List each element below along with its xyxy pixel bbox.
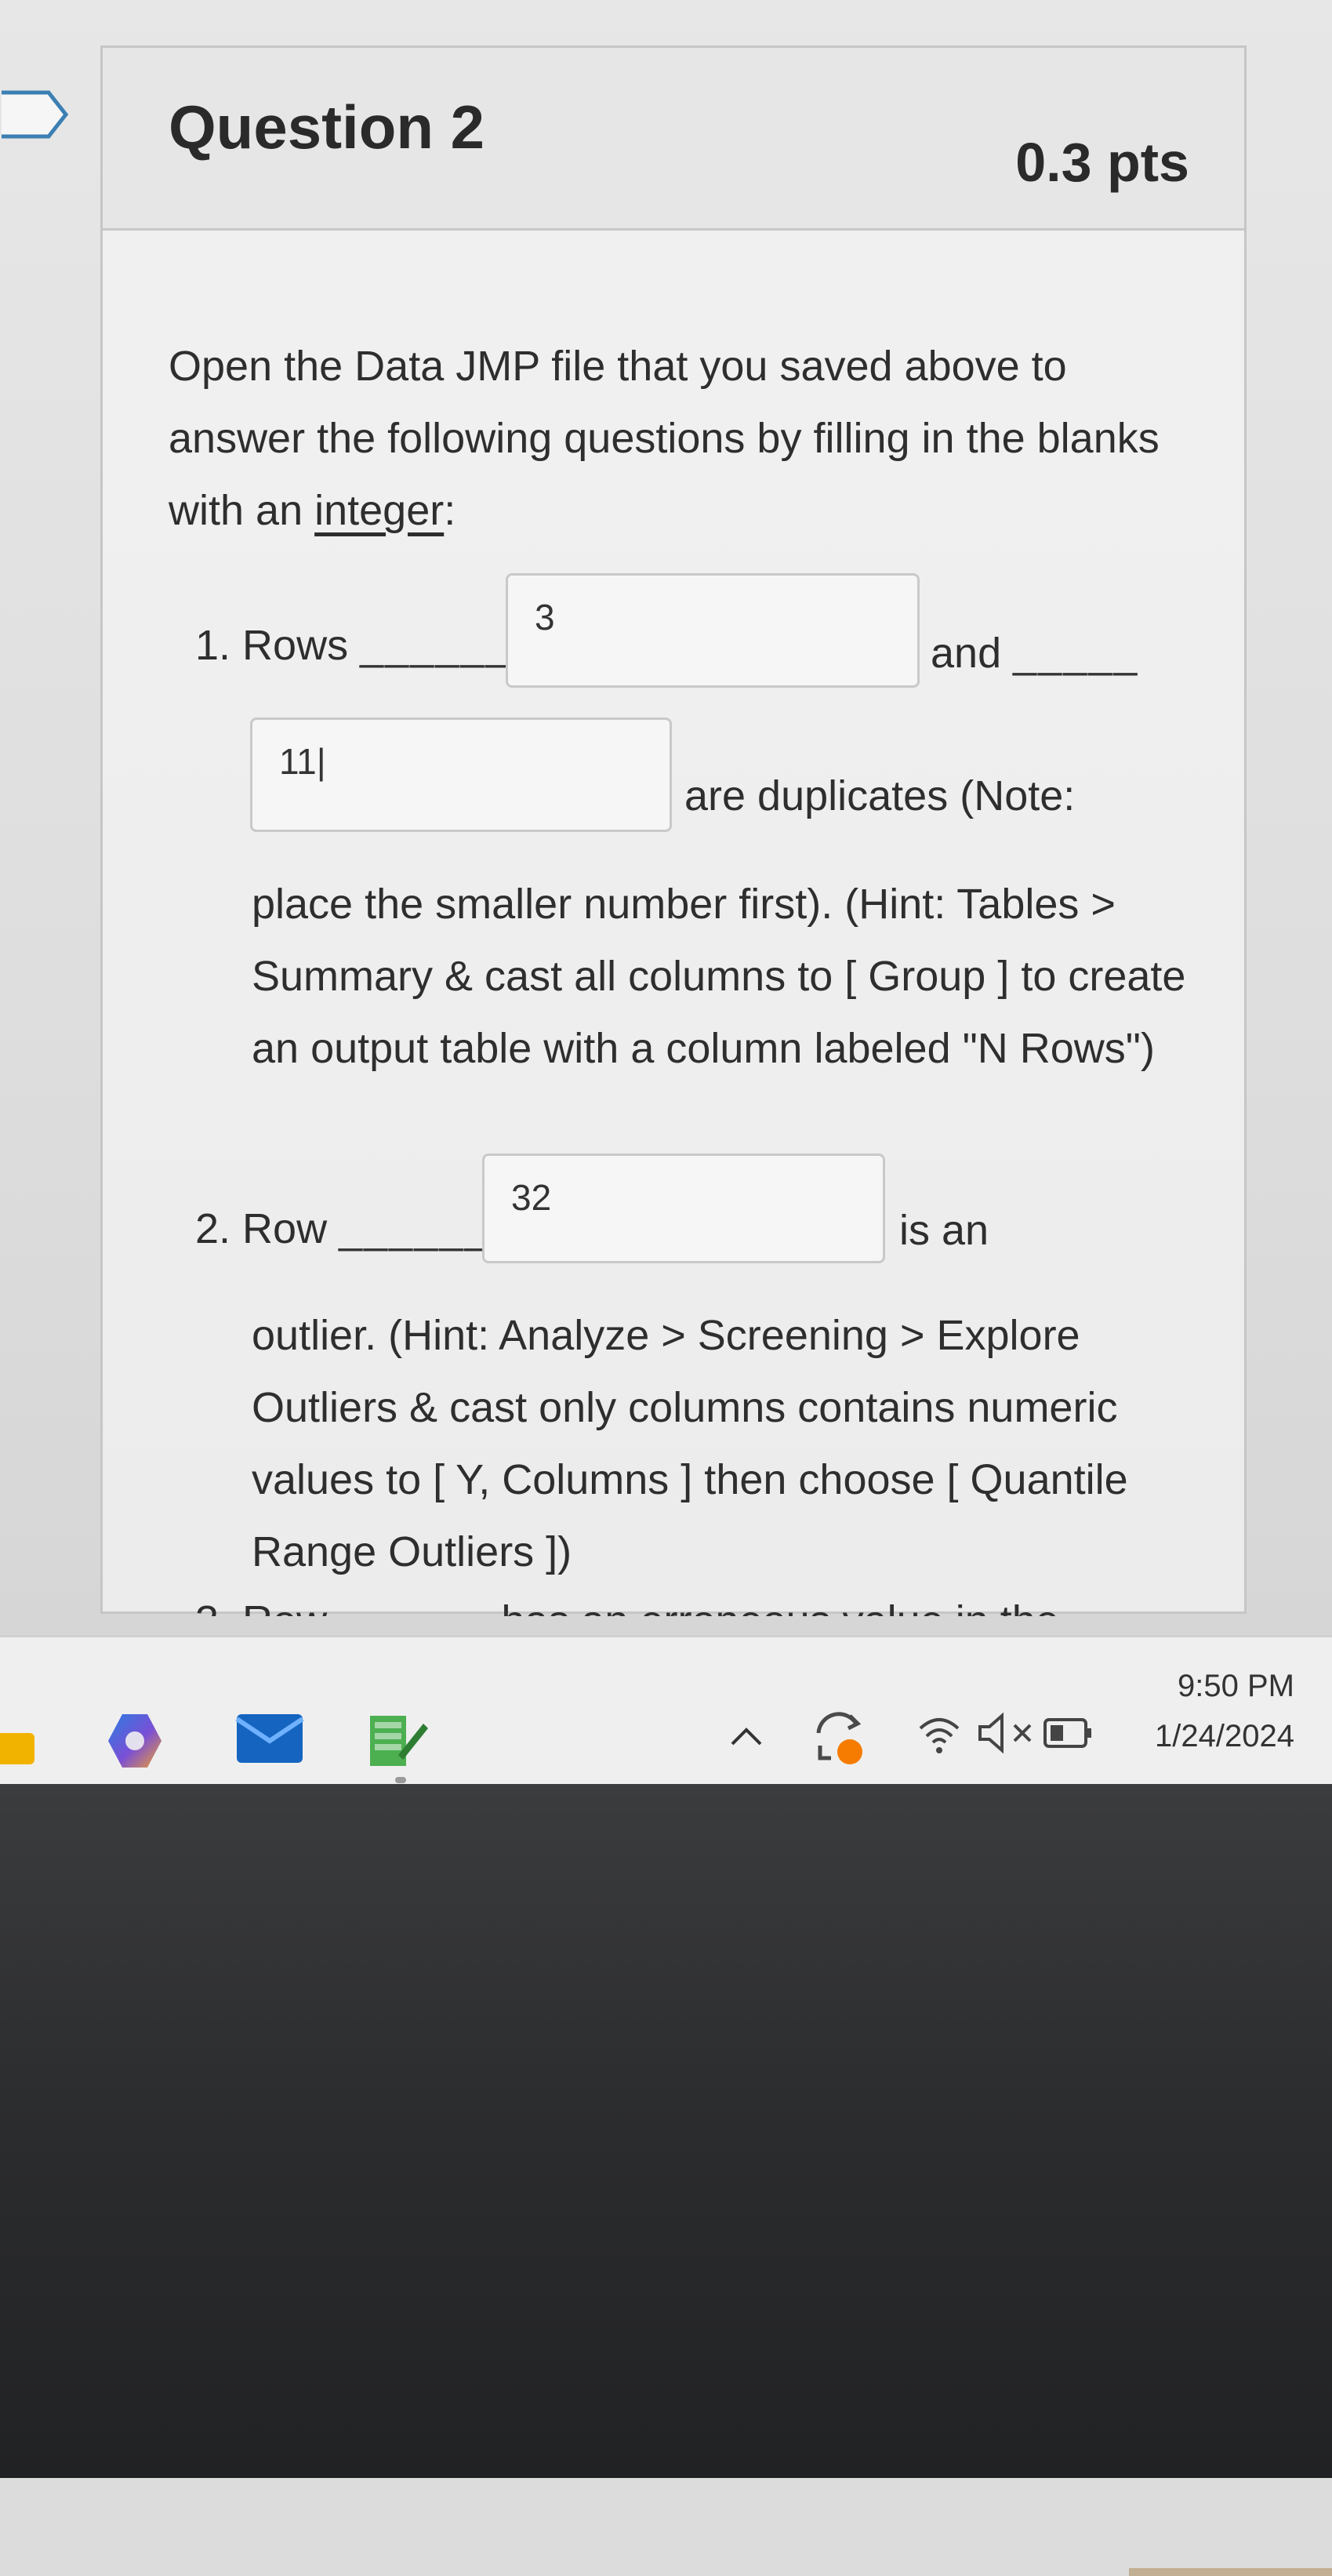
copilot-icon[interactable] bbox=[102, 1708, 168, 1774]
item1-after: are duplicates (Note: bbox=[684, 772, 1076, 819]
question-flag-icon[interactable] bbox=[0, 88, 69, 141]
active-app-indicator bbox=[395, 1777, 406, 1783]
item3-row: 3. Row ______ has an erroneous value in … bbox=[195, 1585, 1059, 1616]
bezel-highlight bbox=[1129, 2568, 1332, 2576]
taskbar: 9:50 PM 1/24/2024 bbox=[0, 1635, 1332, 1786]
battery-icon[interactable] bbox=[1043, 1716, 1093, 1750]
item2-label: 2. Row ______ bbox=[195, 1205, 490, 1252]
item1-hint: place the smaller number first). (Hint: … bbox=[252, 881, 1186, 1072]
intro-colon: : bbox=[444, 487, 456, 534]
mail-icon[interactable] bbox=[234, 1709, 306, 1766]
app-icon-partial[interactable] bbox=[0, 1733, 34, 1764]
intro-integer: integer bbox=[314, 487, 445, 534]
clock[interactable]: 9:50 PM 1/24/2024 bbox=[1155, 1661, 1294, 1761]
item1-blank1: ______ bbox=[360, 622, 511, 669]
wifi-icon[interactable] bbox=[916, 1709, 963, 1757]
spreadsheet-pen-icon[interactable] bbox=[367, 1708, 430, 1778]
item3-label: 3. Row bbox=[195, 1597, 327, 1616]
question-header: Question 2 0.3 pts bbox=[103, 48, 1244, 231]
item1-answer2-input[interactable]: 11| bbox=[250, 718, 672, 832]
item2-hint: outlier. (Hint: Analyze > Screening > Ex… bbox=[252, 1312, 1128, 1575]
sync-icon[interactable] bbox=[808, 1705, 870, 1771]
clock-time: 9:50 PM bbox=[1178, 1669, 1294, 1703]
item3-blank: ______ bbox=[339, 1597, 489, 1616]
question-points: 0.3 pts bbox=[1015, 132, 1189, 193]
screen: Question 2 0.3 pts Open the Data JMP fil… bbox=[0, 0, 1332, 1635]
question-title: Question 2 bbox=[169, 93, 485, 162]
laptop-bezel bbox=[0, 1784, 1332, 2576]
question-instructions: Open the Data JMP file that you saved ab… bbox=[169, 330, 1172, 547]
chevron-up-icon[interactable] bbox=[729, 1724, 764, 1749]
item2-blank: ______ bbox=[339, 1205, 490, 1252]
clock-date: 1/24/2024 bbox=[1155, 1719, 1294, 1753]
item1-blank2: _____ bbox=[1013, 630, 1139, 677]
item2-after: is an bbox=[899, 1207, 989, 1254]
question-card: Question 2 0.3 pts Open the Data JMP fil… bbox=[100, 45, 1247, 1616]
item3-after: has an erroneous value in the bbox=[501, 1597, 1059, 1616]
item1-label: 1. Rows ______ bbox=[195, 622, 511, 669]
item2-answer-input[interactable]: 32 bbox=[482, 1154, 885, 1263]
volume-muted-icon[interactable] bbox=[975, 1711, 1038, 1755]
item1-answer1-input[interactable]: 3 bbox=[506, 573, 920, 688]
item1-and: and _____ bbox=[931, 630, 1139, 677]
